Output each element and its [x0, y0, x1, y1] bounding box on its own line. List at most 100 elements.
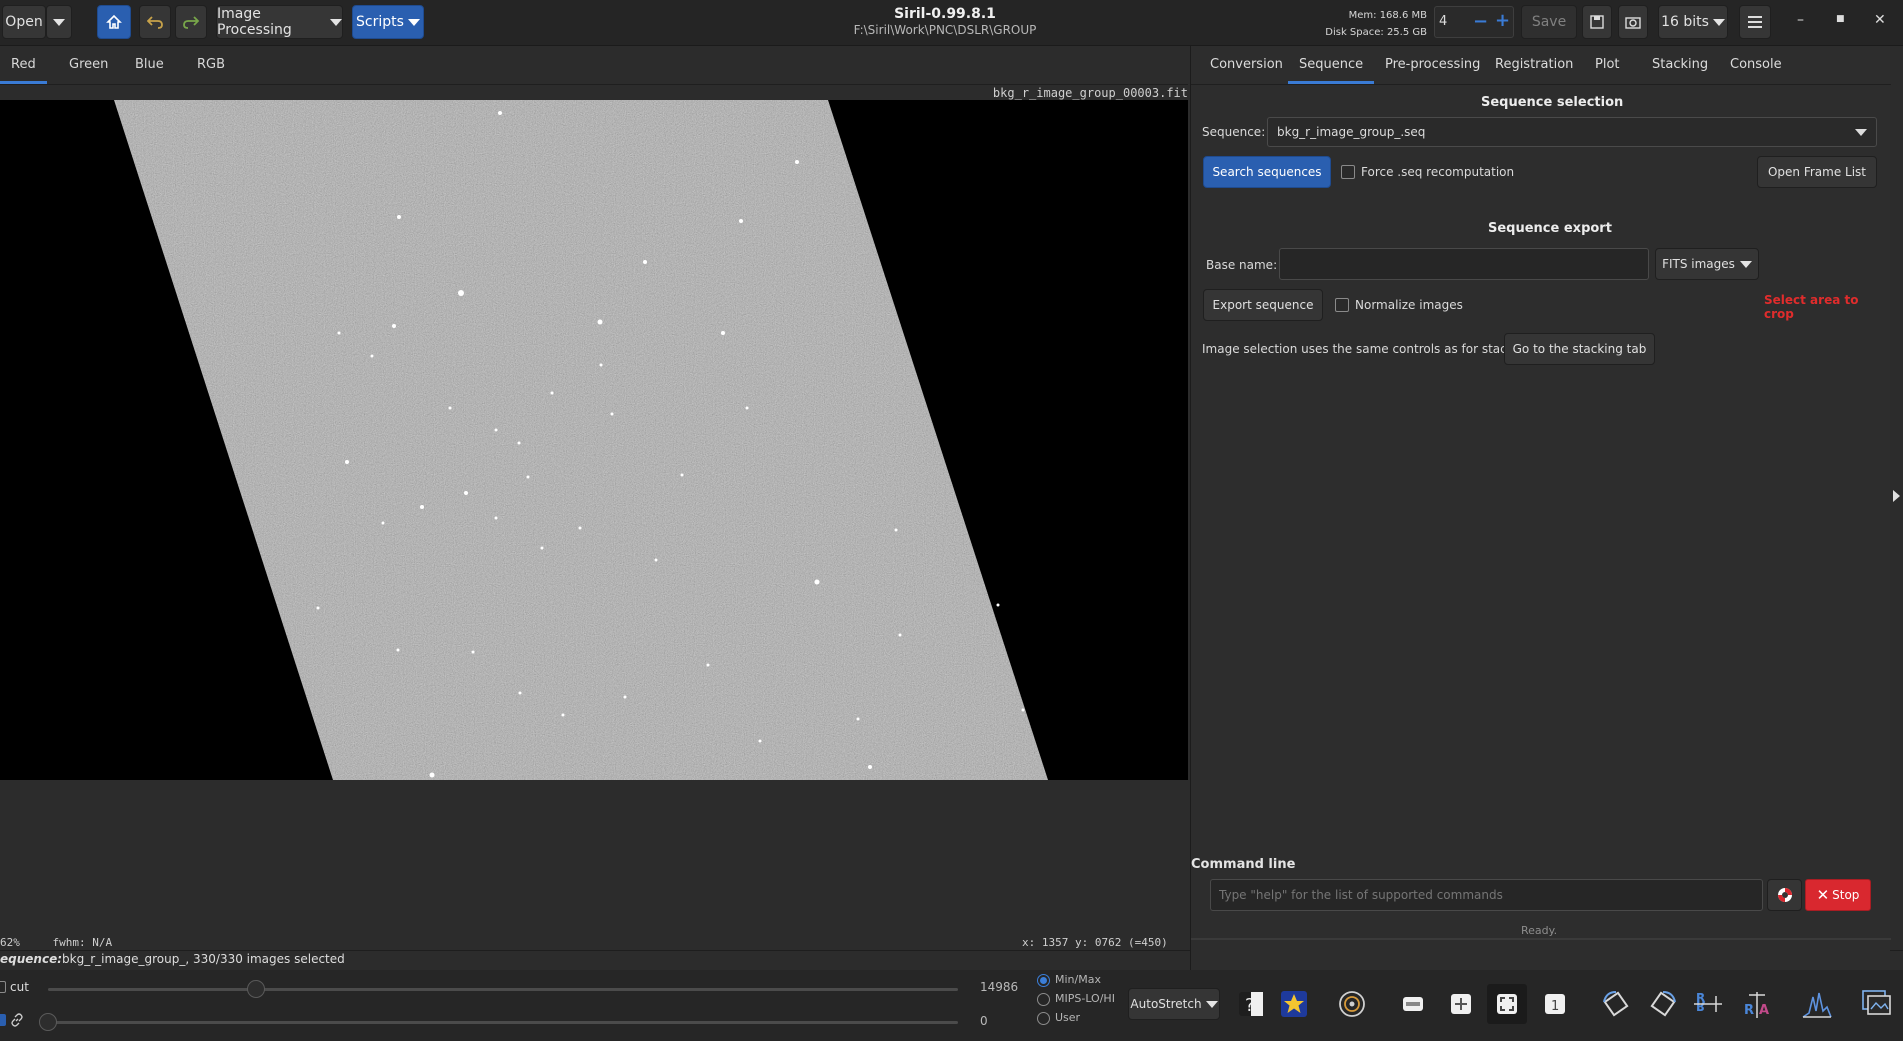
save-as-button[interactable]: [1582, 5, 1612, 39]
normalize-images-checkbox[interactable]: [1335, 298, 1349, 312]
selection-note: Image selection uses the same controls a…: [1202, 342, 1537, 356]
radio-user[interactable]: [1037, 1012, 1050, 1025]
chevron-down-icon: [1712, 18, 1725, 26]
plus-icon[interactable]: +: [1495, 10, 1510, 31]
low-slider-track[interactable]: [48, 1021, 958, 1024]
rotate-right-button[interactable]: [1643, 984, 1683, 1024]
high-slider-track[interactable]: [48, 988, 958, 991]
false-color-button[interactable]: [1274, 984, 1314, 1024]
minus-icon[interactable]: −: [1473, 11, 1488, 32]
force-recompute-label: Force .seq recomputation: [1361, 165, 1515, 179]
app-title: Siril-0.99.8.1: [894, 6, 996, 22]
crop-button[interactable]: [1393, 984, 1433, 1024]
zoom-in-button[interactable]: [1441, 984, 1481, 1024]
radio-mips[interactable]: [1037, 993, 1050, 1006]
low-value: 0: [980, 1014, 988, 1028]
tab-rgb[interactable]: RGB: [186, 46, 236, 84]
histogram-button[interactable]: [1797, 984, 1837, 1024]
negative-view-button[interactable]: ?: [1231, 984, 1271, 1024]
tab-divider: [0, 84, 1188, 85]
camera-icon: [1625, 17, 1641, 29]
status-text: Ready.: [1521, 924, 1558, 937]
radio-minmax[interactable]: [1037, 974, 1050, 987]
open-frame-list-button[interactable]: Open Frame List: [1757, 156, 1877, 188]
bit-depth-label: 16 bits: [1661, 14, 1709, 30]
radio-minmax-label: Min/Max: [1055, 973, 1101, 986]
tab-plot[interactable]: Plot: [1584, 46, 1631, 84]
redo-button[interactable]: [175, 5, 207, 39]
tab-console[interactable]: Console: [1719, 46, 1793, 84]
astro-image: [114, 100, 1048, 780]
maximize-icon[interactable]: ■: [1836, 14, 1845, 24]
export-sequence-button[interactable]: Export sequence: [1203, 289, 1323, 321]
image-processing-label: Image Processing: [217, 6, 292, 38]
stop-button[interactable]: ✕ Stop: [1805, 879, 1871, 911]
command-input[interactable]: [1210, 879, 1763, 911]
tab-green[interactable]: Green: [58, 46, 119, 84]
save-button[interactable]: Save: [1521, 5, 1577, 39]
mirror-x-icon: RR: [1694, 991, 1722, 1013]
export-format-dropdown[interactable]: FITS images: [1655, 248, 1759, 280]
tab-stacking[interactable]: Stacking: [1641, 46, 1719, 84]
radio-user-label: User: [1055, 1011, 1081, 1024]
force-recompute-checkbox[interactable]: [1341, 165, 1355, 179]
tab-pre-processing[interactable]: Pre-processing: [1374, 46, 1491, 84]
scripts-menu[interactable]: Scripts: [352, 5, 424, 39]
base-name-input[interactable]: [1279, 248, 1649, 280]
right-panel: Conversion Sequence Pre-processing Regis…: [1190, 46, 1891, 1041]
histogram-icon: [1802, 992, 1832, 1018]
image-processing-menu[interactable]: Image Processing: [216, 5, 343, 39]
link-checkbox[interactable]: [0, 1014, 6, 1026]
image-filename: bkg_r_image_group_00003.fit: [992, 86, 1188, 100]
negative-icon: ?: [1239, 992, 1263, 1016]
zoom-fit-button[interactable]: [1487, 984, 1527, 1024]
low-slider-handle[interactable]: [39, 1013, 57, 1031]
stretch-mode-dropdown[interactable]: AutoStretch: [1128, 988, 1220, 1020]
rotate-left-button[interactable]: [1596, 984, 1636, 1024]
cut-checkbox[interactable]: [0, 981, 6, 993]
channel-tabs: Red Green Blue RGB: [0, 46, 1188, 84]
image-info-button[interactable]: [1857, 984, 1897, 1024]
image-stack-icon: [1862, 990, 1891, 1015]
bit-depth-menu[interactable]: 16 bits: [1658, 5, 1728, 39]
main-menu-button[interactable]: [1739, 5, 1771, 39]
threads-value: 4: [1439, 14, 1448, 29]
zoom-fit-icon: [1497, 994, 1517, 1014]
rotate-left-icon: [1603, 991, 1629, 1017]
sequence-status-info: bkg_r_image_group_, 330/330 images selec…: [62, 952, 345, 966]
save-as-icon: [1590, 15, 1604, 29]
tab-registration[interactable]: Registration: [1484, 46, 1584, 84]
tab-red[interactable]: Red: [0, 46, 47, 84]
close-icon[interactable]: ✕: [1874, 12, 1886, 28]
help-button[interactable]: [1767, 879, 1802, 911]
threads-spinner[interactable]: 4 − +: [1434, 6, 1514, 38]
sequence-export-title: Sequence export: [1488, 221, 1612, 236]
zoom-one-button[interactable]: 1: [1535, 984, 1575, 1024]
undo-icon: [147, 16, 163, 29]
minimize-icon[interactable]: –: [1797, 12, 1804, 28]
chevron-down-icon: [1205, 1000, 1218, 1008]
open-dropdown-button[interactable]: [46, 5, 72, 39]
sequence-combo-value: bkg_r_image_group_.seq: [1277, 125, 1426, 139]
tab-sequence[interactable]: Sequence: [1288, 46, 1375, 84]
scripts-label: Scripts: [356, 14, 404, 30]
high-slider-handle[interactable]: [247, 980, 265, 998]
zoom-one-icon: 1: [1545, 994, 1565, 1014]
panel-collapse-icon[interactable]: [1893, 490, 1900, 502]
zoom-fwhm-readout: 62% fwhm: N/A: [0, 936, 112, 949]
working-directory: F:\Siril\Work\PNC\DSLR\GROUP: [853, 23, 1037, 37]
photometry-button[interactable]: [1332, 984, 1372, 1024]
home-button[interactable]: [97, 5, 131, 39]
snapshot-button[interactable]: [1618, 5, 1648, 39]
sequence-combo[interactable]: bkg_r_image_group_.seq: [1267, 117, 1877, 147]
tab-conversion[interactable]: Conversion: [1199, 46, 1294, 84]
mirror-x-button[interactable]: RR: [1688, 984, 1728, 1024]
go-to-stacking-button[interactable]: Go to the stacking tab: [1504, 333, 1655, 365]
search-sequences-button[interactable]: Search sequences: [1203, 156, 1331, 188]
open-button[interactable]: Open: [2, 5, 46, 39]
mirror-y-button[interactable]: RA: [1737, 984, 1777, 1024]
galaxy-icon: [1339, 991, 1365, 1017]
image-canvas[interactable]: [0, 100, 1188, 780]
undo-button[interactable]: [139, 5, 171, 39]
tab-blue[interactable]: Blue: [124, 46, 175, 84]
